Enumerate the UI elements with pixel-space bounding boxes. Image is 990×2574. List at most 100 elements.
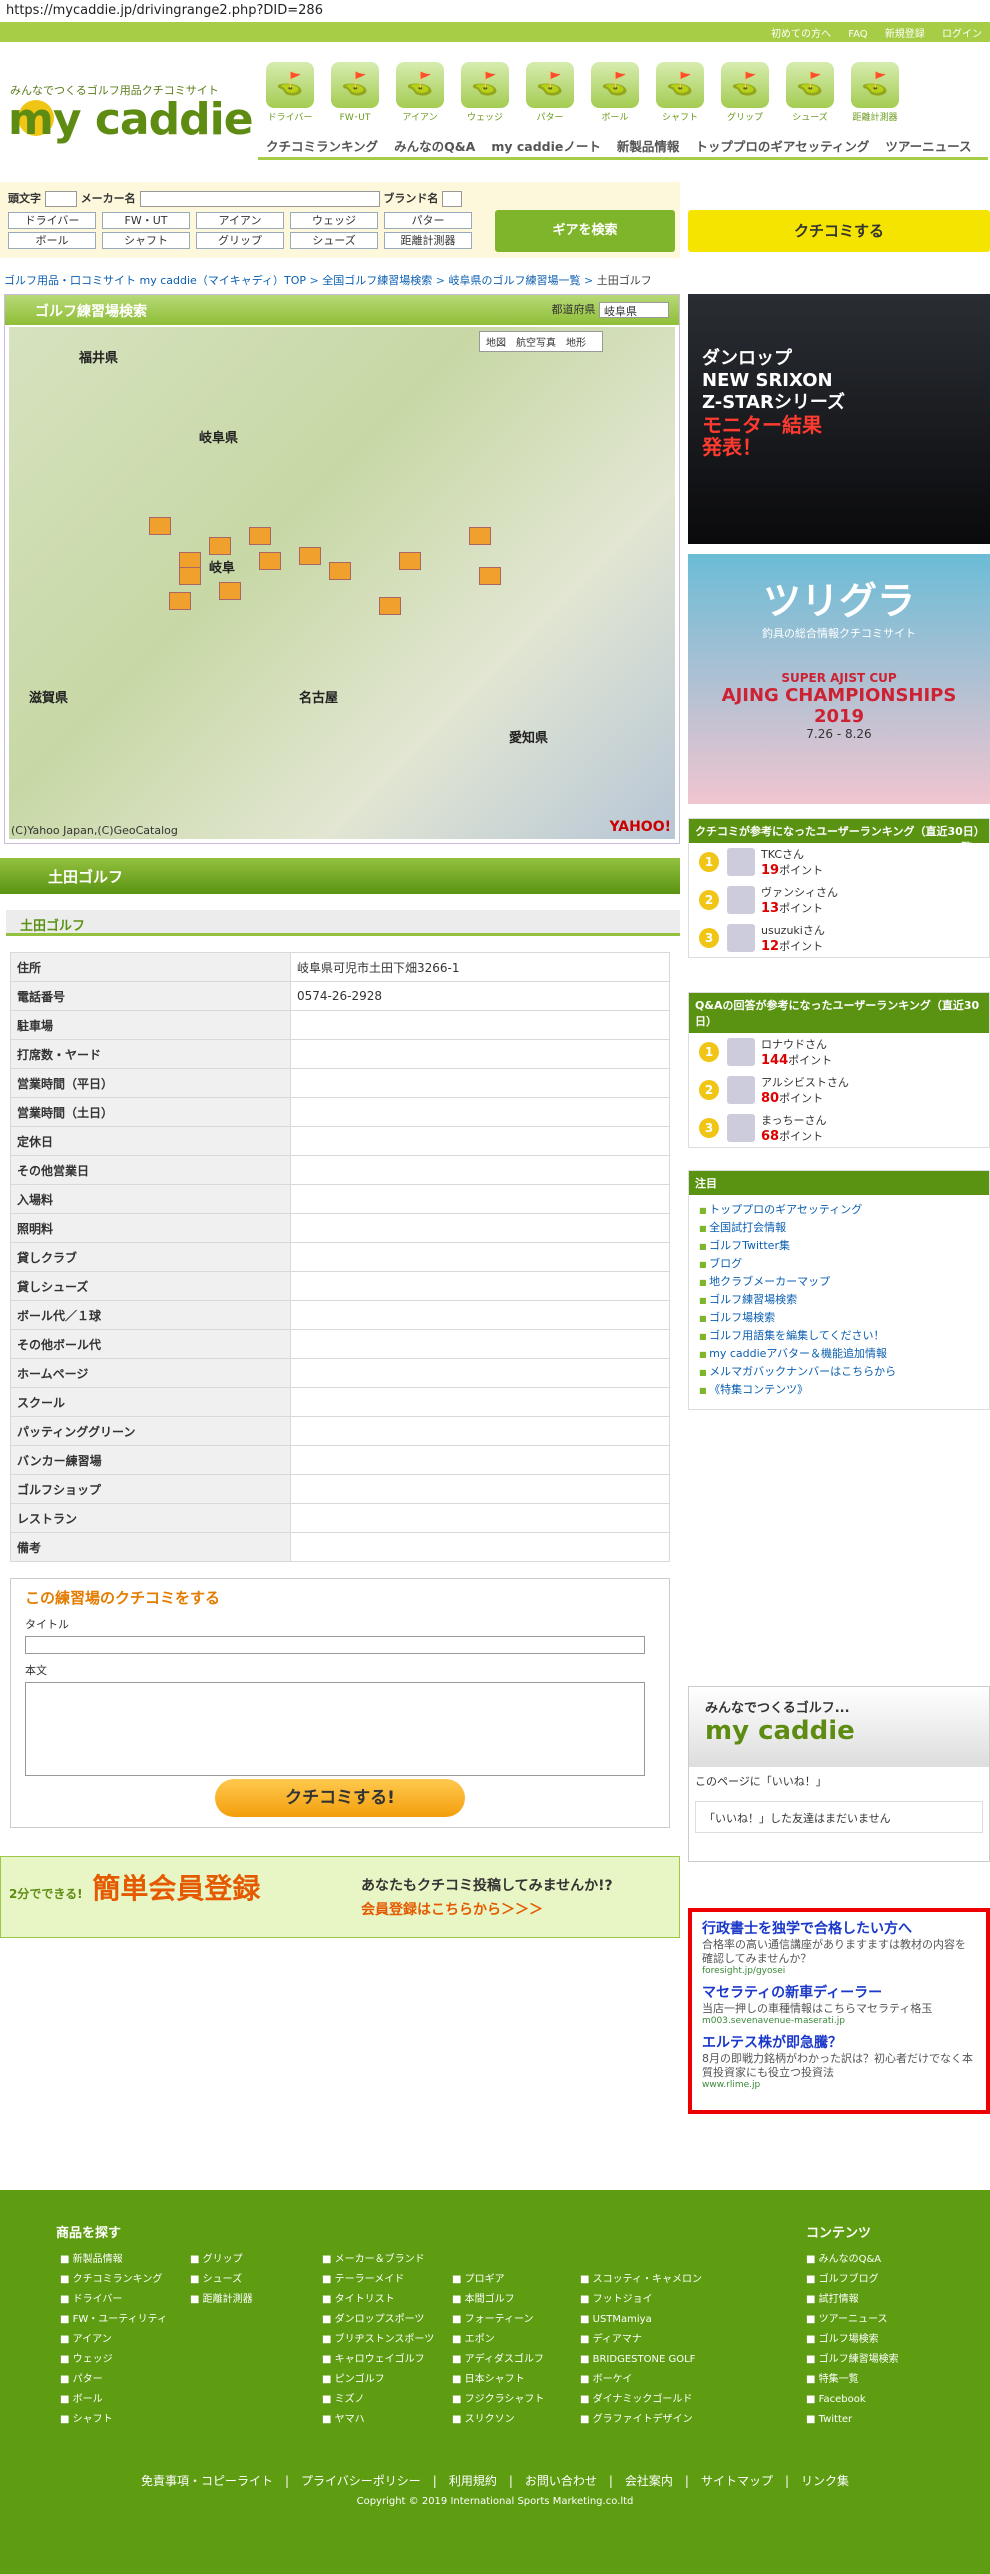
footer-link[interactable]: ■ ドライバー (60, 2290, 167, 2310)
range-marker[interactable] (379, 597, 401, 615)
review-body-textarea[interactable] (25, 1682, 645, 1776)
footer-link[interactable]: ■ みんなのQ&A (806, 2250, 899, 2270)
footer-link[interactable]: ■ 特集一覧 (806, 2370, 899, 2390)
gear-button-7[interactable]: グリップ (196, 232, 284, 249)
nav-item-4[interactable]: トッププロのギアセッティング (687, 132, 877, 157)
footer-link[interactable]: ■ ウェッジ (60, 2350, 167, 2370)
featured-link-10[interactable]: 《特集コンテンツ》 (699, 1381, 979, 1399)
range-marker[interactable] (399, 552, 421, 570)
user-name-link[interactable]: アルシビストさん (761, 1074, 849, 1090)
nav-item-3[interactable]: 新製品情報 (609, 132, 688, 157)
range-marker[interactable] (209, 537, 231, 555)
facebook-like-button[interactable]: このページに「いいね！」 (689, 1767, 989, 1795)
footer-link[interactable]: ■ ツアーニュース (806, 2310, 899, 2330)
gear-button-6[interactable]: シャフト (102, 232, 190, 249)
footer-link[interactable]: ■ ミズノ (322, 2390, 434, 2410)
footer-link[interactable]: ■ USTMamiya (580, 2310, 702, 2330)
breadcrumb-link-2[interactable]: 岐阜県のゴルフ練習場一覧 (448, 274, 580, 287)
footer-link[interactable]: ■ ボール (60, 2390, 167, 2410)
logo[interactable]: my caddie (8, 94, 254, 145)
range-marker[interactable] (179, 567, 201, 585)
featured-link-5[interactable]: ゴルフ練習場検索 (699, 1291, 979, 1309)
gear-button-9[interactable]: 距離計測器 (384, 232, 472, 249)
footer-link[interactable]: ■ FW・ユーティリティ (60, 2310, 167, 2330)
review-title-input[interactable] (25, 1636, 645, 1654)
featured-link-0[interactable]: トッププロのギアセッティング (699, 1201, 979, 1219)
footer-link[interactable]: ■ パター (60, 2370, 167, 2390)
featured-link-2[interactable]: ゴルフTwitter集 (699, 1237, 979, 1255)
tsurigura-ad[interactable]: ツリグラ 釣具の総合情報クチコミサイト SUPER AJIST CUP AJIN… (688, 554, 990, 804)
footer-link[interactable]: ■ アイアン (60, 2330, 167, 2350)
footer-link[interactable]: ■ ボーケイ (580, 2370, 702, 2390)
nav-item-1[interactable]: みんなのQ&A (386, 132, 483, 157)
map[interactable]: 地図 航空写真 地形 (C)Yahoo Japan,(C)GeoCatalog YA… (9, 327, 675, 839)
footer-link[interactable]: ■ メーカー＆ブランド (322, 2250, 434, 2270)
footer-link[interactable]: ■ ゴルフブログ (806, 2270, 899, 2290)
range-marker[interactable] (149, 517, 171, 535)
map-tab-1[interactable]: 航空写真 (516, 338, 556, 349)
footer-link[interactable]: ■ シューズ (190, 2270, 253, 2290)
featured-link-1[interactable]: 全国試打会情報 (699, 1219, 979, 1237)
user-name-link[interactable]: まっちーさん (761, 1112, 827, 1128)
gear-button-2[interactable]: アイアン (196, 212, 284, 229)
user-name-link[interactable]: ヴァンシィさん (761, 884, 838, 900)
range-marker[interactable] (329, 562, 351, 580)
footer-links[interactable]: 免責事項・コピーライト | プライバシーポリシー | 利用規約 | お問い合わせ… (0, 2472, 990, 2489)
featured-link-7[interactable]: ゴルフ用語集を編集してください！ (699, 1327, 979, 1345)
footer-link[interactable]: ■ 試打情報 (806, 2290, 899, 2310)
featured-link-9[interactable]: メルマガバックナンバーはこちらから (699, 1363, 979, 1381)
category-7[interactable]: ⛳ グリップ (713, 62, 777, 126)
srixon-ad[interactable]: ダンロップ NEW SRIXON Z-STARシリーズ モニター結果 発表！ (688, 294, 990, 544)
footer-link[interactable]: ■ ゴルフ練習場検索 (806, 2350, 899, 2370)
brand-select[interactable] (442, 191, 463, 207)
beginner-link[interactable]: 初めての方へ (771, 29, 831, 40)
category-1[interactable]: ⛳ FW･UT (323, 62, 387, 126)
footer-link[interactable]: ■ フォーティーン (452, 2310, 544, 2330)
text-ad-2[interactable]: エルテス株が即急騰？ 8月の即戦力銘柄がわかった訳は？初心者だけでなく本質投資家に… (702, 2032, 976, 2090)
footer-link[interactable]: ■ 本間ゴルフ (452, 2290, 544, 2310)
pref-select[interactable]: 岐阜県 (599, 302, 669, 318)
footer-link[interactable]: ■ ゴルフ場検索 (806, 2330, 899, 2350)
range-marker[interactable] (479, 567, 501, 585)
map-tab-2[interactable]: 地形 (566, 338, 586, 349)
footer-link[interactable]: ■ グラファイトデザイン (580, 2410, 702, 2430)
footer-link[interactable]: ■ ピンゴルフ (322, 2370, 434, 2390)
footer-link[interactable]: ■ プロギア (452, 2270, 544, 2290)
gear-search-button[interactable]: ギアを検索 (495, 210, 675, 252)
category-8[interactable]: ⛳ シューズ (778, 62, 842, 126)
ranking-more-link[interactable]: 一覧へ (950, 839, 983, 855)
footer-link[interactable]: ■ アディダスゴルフ (452, 2350, 544, 2370)
range-marker[interactable] (249, 527, 271, 545)
footer-link[interactable]: ■ テーラーメイド (322, 2270, 434, 2290)
ad-title[interactable]: 行政書士を独学で合格したい方へ (702, 1918, 976, 1938)
featured-link-6[interactable]: ゴルフ場検索 (699, 1309, 979, 1327)
map-type-tabs[interactable]: 地図 航空写真 地形 (479, 331, 603, 352)
featured-link-4[interactable]: 地クラブメーカーマップ (699, 1273, 979, 1291)
map-tab-0[interactable]: 地図 (486, 338, 506, 349)
footer-link[interactable]: ■ BRIDGESTONE GOLF (580, 2350, 702, 2370)
gear-button-8[interactable]: シューズ (290, 232, 378, 249)
nav-item-2[interactable]: my caddieノート (483, 132, 609, 157)
footer-link[interactable]: ■ フジクラシャフト (452, 2390, 544, 2410)
maker-select[interactable] (139, 191, 380, 207)
gear-button-3[interactable]: ウェッジ (290, 212, 378, 229)
footer-link[interactable]: ■ ダイナミックゴールド (580, 2390, 702, 2410)
kuchikomi-button[interactable]: クチコミする (688, 210, 990, 252)
range-marker[interactable] (219, 582, 241, 600)
category-4[interactable]: ⛳ パター (518, 62, 582, 126)
category-9[interactable]: ⛳ 距離計測器 (843, 62, 907, 126)
register-banner[interactable]: 2分でできる! 簡単会員登録 あなたもクチコミ投稿してみませんか!? 会員登録は… (0, 1856, 680, 1938)
footer-link[interactable]: ■ Facebook (806, 2390, 899, 2410)
range-marker[interactable] (299, 547, 321, 565)
range-marker[interactable] (259, 552, 281, 570)
range-marker[interactable] (469, 527, 491, 545)
footer-link[interactable]: ■ キャロウェイゴルフ (322, 2350, 434, 2370)
review-submit-button[interactable]: クチコミする! (215, 1779, 465, 1817)
ad-title[interactable]: マセラティの新車ディーラー (702, 1982, 976, 2002)
gear-button-1[interactable]: FW・UT (102, 212, 190, 229)
user-name-link[interactable]: usuzukiさん (761, 922, 825, 938)
footer-link[interactable]: ■ フットジョイ (580, 2290, 702, 2310)
category-0[interactable]: ⛳ ドライバー (258, 62, 322, 126)
footer-link[interactable]: ■ Twitter (806, 2410, 899, 2430)
text-ad-1[interactable]: マセラティの新車ディーラー 当店一押しの車種情報はこちらマセラティ格玉 m003.s… (702, 1982, 976, 2026)
